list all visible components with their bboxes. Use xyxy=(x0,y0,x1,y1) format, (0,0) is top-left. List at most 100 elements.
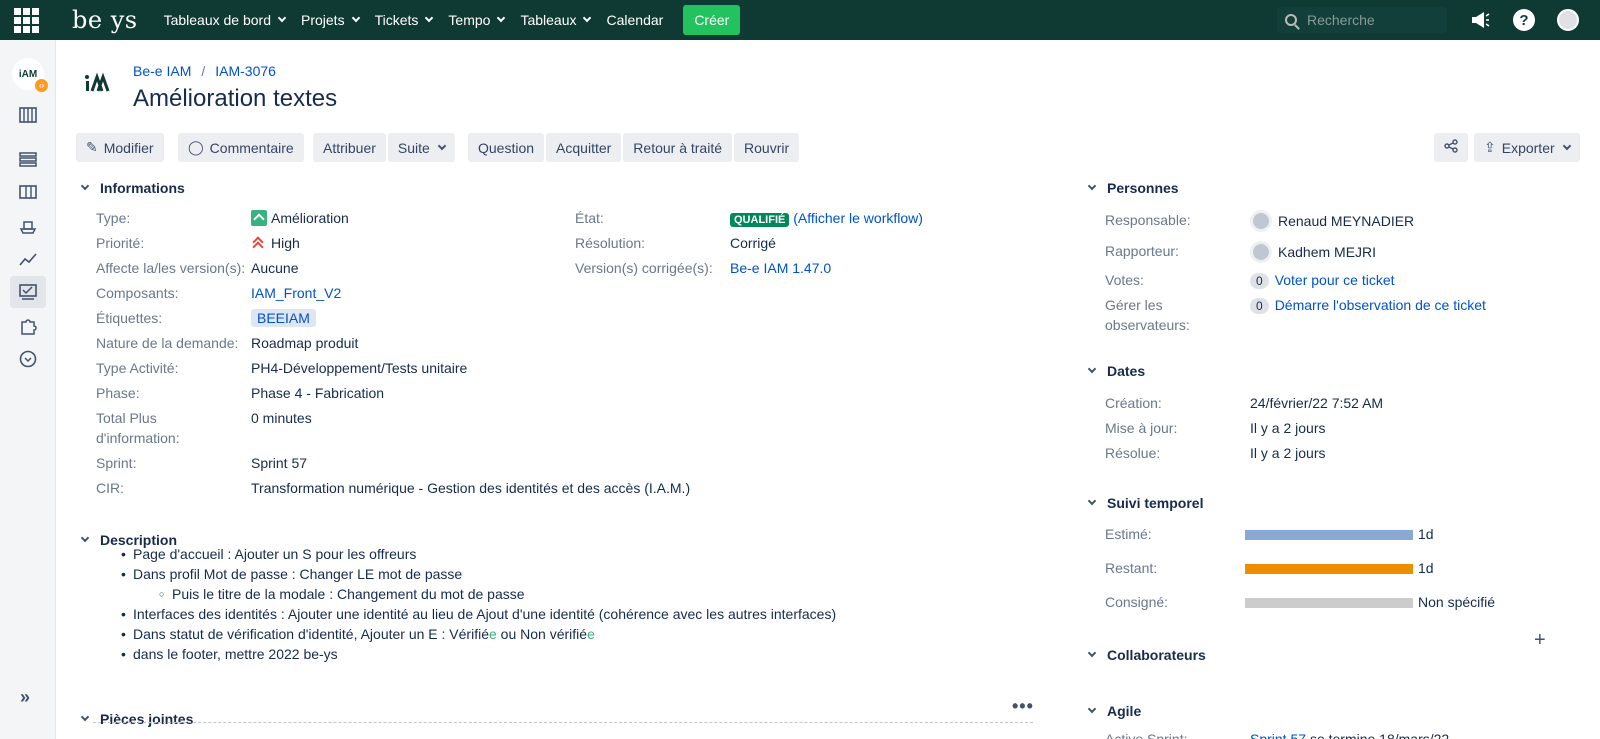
nav-projects[interactable]: Projets xyxy=(301,12,360,28)
user-avatar[interactable] xyxy=(1557,9,1579,31)
nav-dashboards[interactable]: Tableaux de bord xyxy=(164,12,287,28)
export-group: ⇪ Exporter xyxy=(1474,133,1582,162)
collaborators-section-toggle[interactable]: Collaborateurs xyxy=(1085,647,1206,663)
labels-value: BEEIAM xyxy=(251,308,316,328)
page-title: Amélioration textes xyxy=(133,85,338,112)
project-badge-icon: ‹› xyxy=(35,79,48,92)
fix-version-link[interactable]: Be-e IAM 1.47.0 xyxy=(730,258,831,278)
addon-puzzle-icon[interactable] xyxy=(17,315,39,337)
clock-icon[interactable] xyxy=(17,348,39,370)
backlog-icon[interactable] xyxy=(17,104,39,126)
breadcrumb-separator: / xyxy=(201,63,206,79)
nav-tickets[interactable]: Tickets xyxy=(375,12,434,28)
dates-section-toggle[interactable]: Dates xyxy=(1085,363,1145,379)
help-icon[interactable]: ? xyxy=(1513,9,1535,31)
estimated-bar xyxy=(1245,530,1413,540)
time-tracking-section-toggle[interactable]: Suivi temporel xyxy=(1085,495,1203,511)
sprint-label: Sprint: xyxy=(96,455,137,471)
list-item: dans le footer, mettre 2022 be-ys xyxy=(121,644,836,664)
informations-section-toggle[interactable]: Informations xyxy=(78,180,185,196)
releases-icon[interactable] xyxy=(17,148,39,170)
components-link[interactable]: IAM_Front_V2 xyxy=(251,283,341,303)
nav-boards[interactable]: Tableaux xyxy=(520,12,592,28)
breadcrumb-project-link[interactable]: Be-e IAM xyxy=(133,63,191,79)
people-section-toggle[interactable]: Personnes xyxy=(1085,180,1179,196)
share-icon xyxy=(1444,139,1458,156)
add-collaborator-icon[interactable]: + xyxy=(1534,629,1546,652)
type-value: Amélioration xyxy=(251,208,349,228)
reporter-value[interactable]: Kadhem MEJRI xyxy=(1250,241,1376,263)
watchers-label: Gérer les observateurs: xyxy=(1105,297,1190,333)
question-button[interactable]: Question xyxy=(468,133,545,162)
view-workflow-link[interactable]: Afficher le workflow xyxy=(798,210,918,226)
more-actions-icon[interactable]: ••• xyxy=(1012,696,1034,717)
app-switcher-icon[interactable] xyxy=(6,0,46,40)
project-sidebar: iAM ‹› » xyxy=(0,40,56,739)
active-sprint-label: Active Sprint: xyxy=(1105,731,1188,739)
expand-sidebar-icon[interactable]: » xyxy=(20,687,30,708)
nature-label: Nature de la demande: xyxy=(96,335,239,351)
created-value: 24/février/22 7:52 AM xyxy=(1250,395,1384,411)
megaphone-icon[interactable] xyxy=(1469,9,1491,31)
brand-logo[interactable]: be ys xyxy=(72,6,138,34)
fix-version-label: Version(s) corrigée(s): xyxy=(575,260,713,276)
board-icon[interactable] xyxy=(17,181,39,203)
resolved-value: Il y a 2 jours xyxy=(1250,445,1326,461)
chevron-down-icon xyxy=(80,712,90,722)
components-label: Composants: xyxy=(96,285,179,301)
total-info-label: Total Plus d'information: xyxy=(96,410,180,446)
nav-tempo[interactable]: Tempo xyxy=(448,12,506,28)
pencil-icon: ✎ xyxy=(86,139,98,155)
total-info-value: 0 minutes xyxy=(251,410,312,426)
list-item: Dans statut de vérification d'identité, … xyxy=(121,624,836,644)
issues-icon[interactable] xyxy=(10,276,46,308)
resolved-label: Résolue: xyxy=(1105,445,1161,461)
watchers-value: 0 Démarre l'observation de ce ticket xyxy=(1250,295,1486,315)
export-icon: ⇪ xyxy=(1484,139,1496,155)
project-avatar[interactable]: iAM ‹› xyxy=(12,58,48,92)
estimated-label: Estimé: xyxy=(1105,526,1152,542)
label-chip[interactable]: BEEIAM xyxy=(251,309,316,327)
priority-label: Priorité: xyxy=(96,235,145,251)
nav-calendar[interactable]: Calendar xyxy=(606,12,663,28)
share-button[interactable] xyxy=(1434,133,1468,162)
edit-button[interactable]: ✎ Modifier xyxy=(76,133,164,162)
comment-button[interactable]: ◯ Commentaire xyxy=(178,133,304,162)
breadcrumb: Be-e IAM / IAM-3076 xyxy=(133,63,276,79)
attachments-section-toggle[interactable]: Pièces jointes xyxy=(78,711,193,727)
export-button[interactable]: ⇪ Exporter xyxy=(1474,133,1580,162)
create-button[interactable]: Créer xyxy=(683,5,741,35)
breadcrumb-issue-link[interactable]: IAM-3076 xyxy=(215,63,276,79)
project-logo xyxy=(84,72,112,94)
vote-link[interactable]: Voter pour ce ticket xyxy=(1275,272,1395,288)
agile-section-toggle[interactable]: Agile xyxy=(1085,703,1141,719)
assignee-label: Responsable: xyxy=(1105,212,1191,228)
search-input[interactable] xyxy=(1307,12,1437,28)
chevron-down-icon xyxy=(1562,141,1571,150)
chevron-down-icon xyxy=(425,13,434,23)
reports-icon[interactable] xyxy=(17,248,39,270)
state-value: QUALIFIÉ (Afficher le workflow) xyxy=(730,208,923,230)
votes-value: 0 Voter pour ce ticket xyxy=(1250,270,1395,290)
attachments-dropzone[interactable] xyxy=(93,722,1033,723)
search-box[interactable] xyxy=(1277,7,1447,33)
watch-link[interactable]: Démarre l'observation de ce ticket xyxy=(1275,297,1486,313)
ship-icon[interactable] xyxy=(17,215,39,237)
reopen-button[interactable]: Rouvrir xyxy=(734,133,800,162)
affects-version-label: Affecte la/les version(s): xyxy=(96,260,246,276)
improvement-type-icon xyxy=(251,210,267,226)
assign-button[interactable]: Attribuer xyxy=(313,133,386,162)
search-icon xyxy=(1285,14,1297,26)
more-button[interactable]: Suite xyxy=(387,133,455,162)
acknowledge-button[interactable]: Acquitter xyxy=(546,133,622,162)
back-to-treated-button[interactable]: Retour à traité xyxy=(623,133,733,162)
sprint-link[interactable]: Sprint 57 xyxy=(1250,731,1306,739)
activity-type-value: PH4-Développement/Tests unitaire xyxy=(251,360,468,376)
sprint-value: Sprint 57 xyxy=(251,455,308,471)
avatar xyxy=(1250,241,1272,263)
chevron-down-icon xyxy=(351,13,360,23)
assignee-value[interactable]: Renaud MEYNADIER xyxy=(1250,210,1414,232)
priority-value: High xyxy=(251,233,300,253)
chevron-down-icon xyxy=(80,533,90,543)
labels-label: Étiquettes: xyxy=(96,310,163,326)
